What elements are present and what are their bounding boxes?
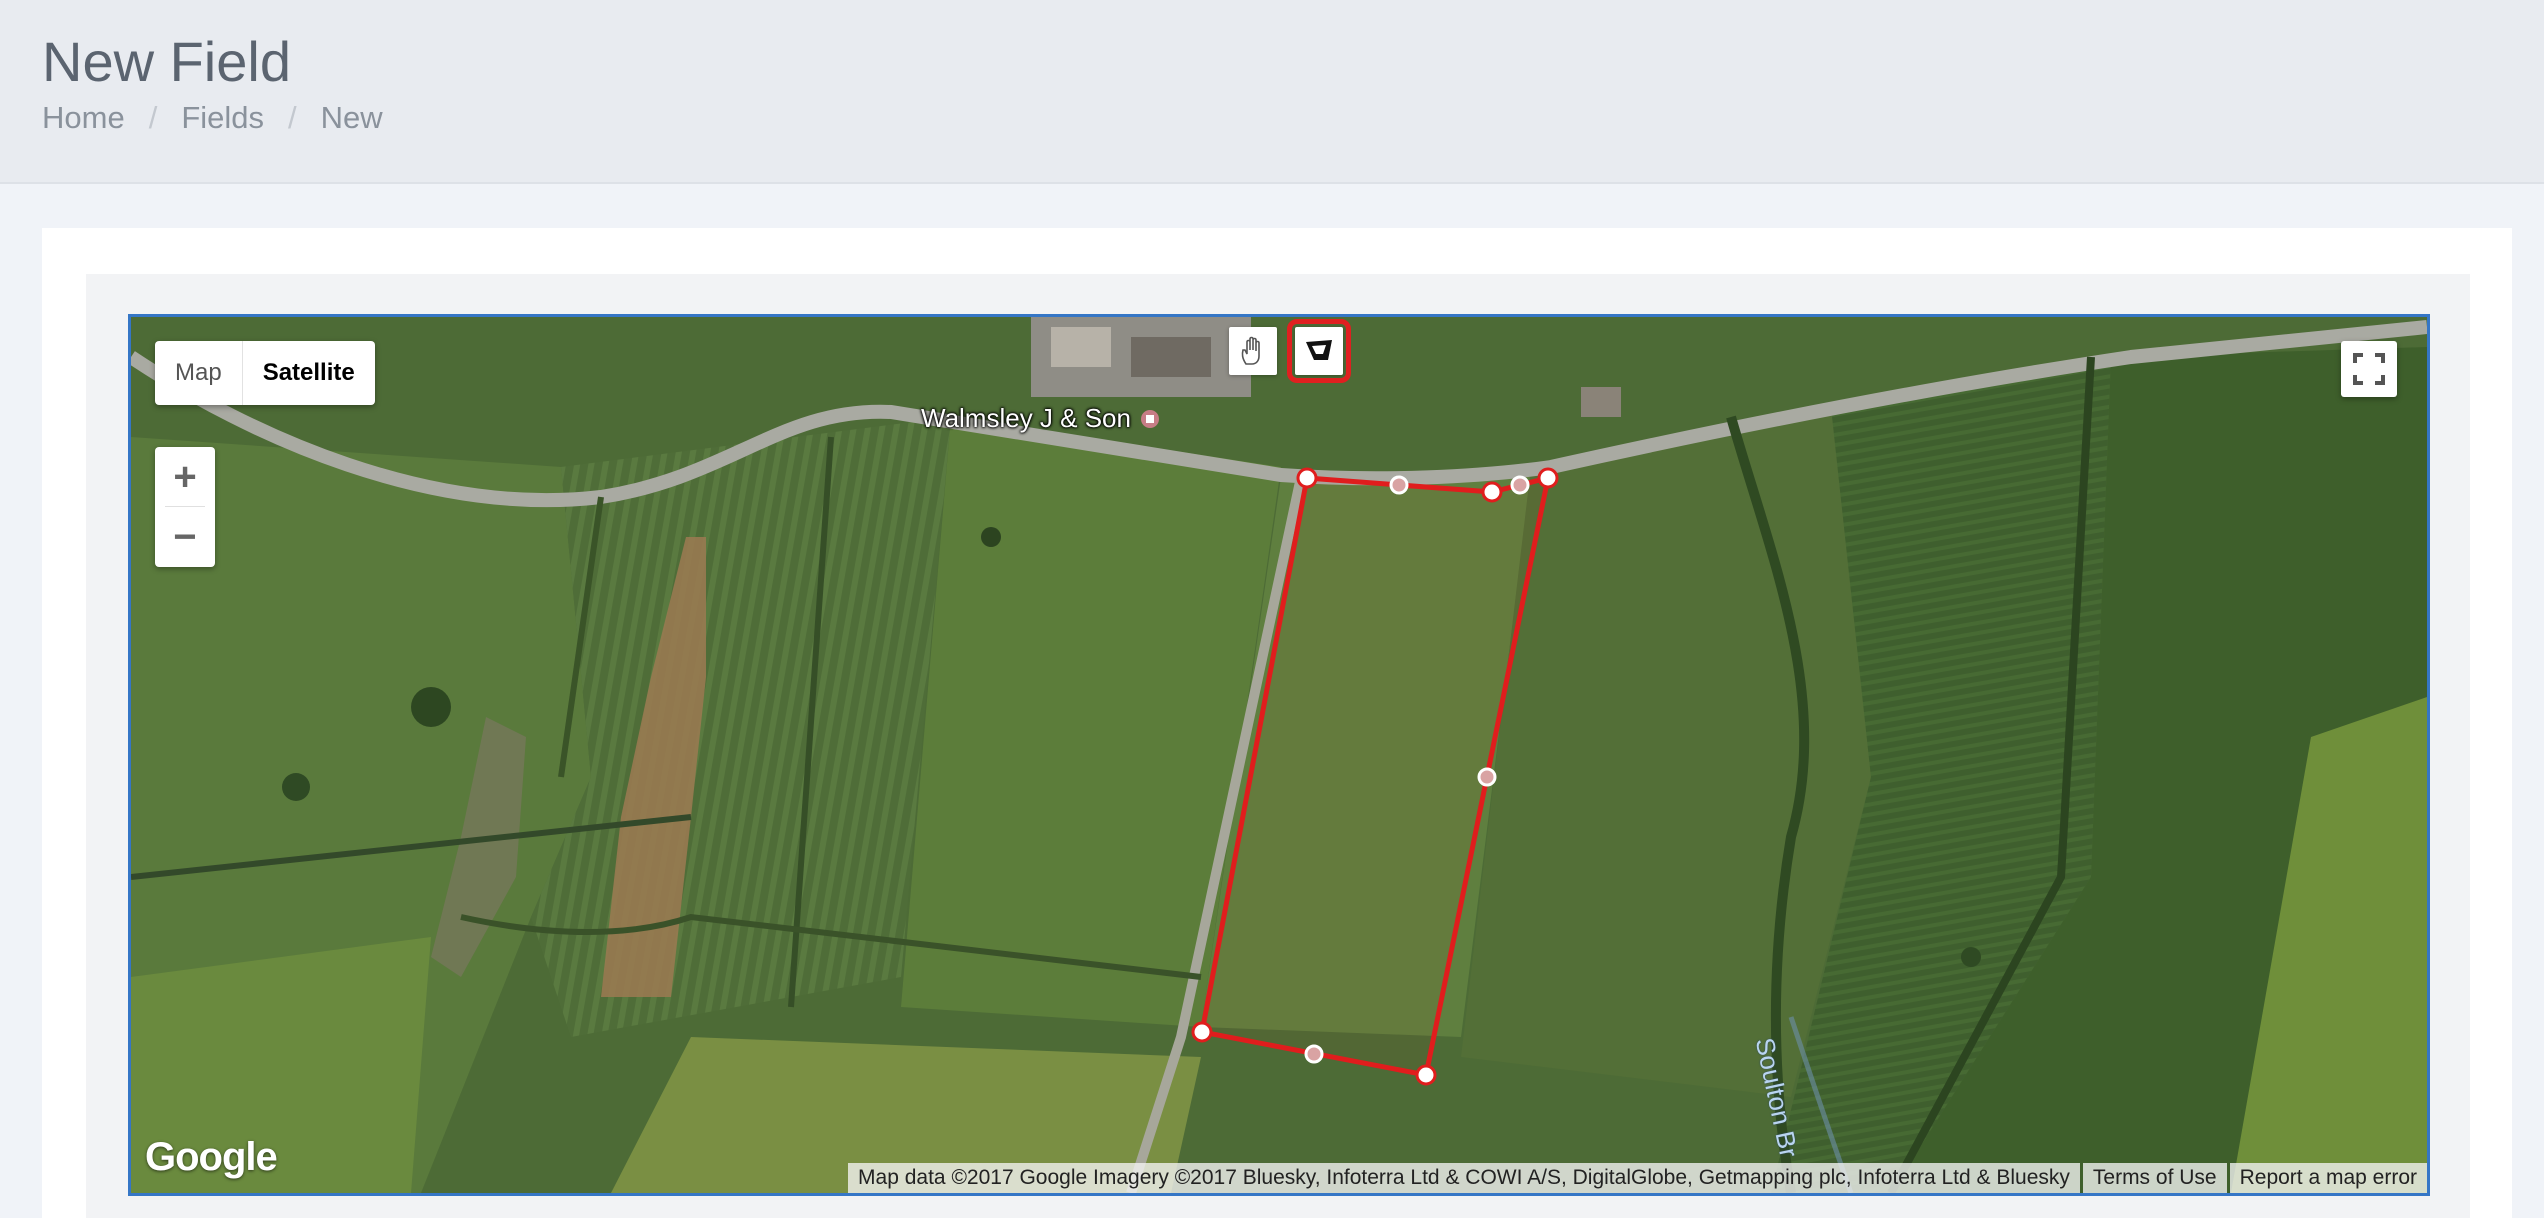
polygon-vertex-handle[interactable]	[1537, 467, 1559, 489]
zoom-in-button[interactable]: +	[155, 447, 215, 507]
breadcrumb: Home / Fields / New	[42, 100, 383, 136]
fullscreen-button[interactable]	[2341, 341, 2397, 397]
field-polygon-layer	[1191, 467, 1559, 1086]
map-data-credit: Map data ©2017 Google Imagery ©2017 Blue…	[848, 1163, 2080, 1193]
map-type-map-button[interactable]: Map	[155, 341, 243, 405]
breadcrumb-home[interactable]: Home	[42, 100, 125, 136]
satellite-map[interactable]: Walmsley J & Son Soulton Br Map Satellit…	[128, 314, 2430, 1196]
polygon-vertex-handle[interactable]	[1415, 1064, 1437, 1086]
draw-polygon-tool-button[interactable]	[1287, 319, 1351, 383]
polygon-vertex-handle[interactable]	[1191, 1021, 1213, 1043]
map-type-satellite-button[interactable]: Satellite	[243, 341, 375, 405]
polygon-midpoint-handle[interactable]	[1304, 1044, 1324, 1064]
polygon-midpoint-handle[interactable]	[1389, 475, 1409, 495]
page-title: New Field	[42, 30, 291, 93]
place-label: Walmsley J & Son	[921, 403, 1159, 434]
map-type-control: Map Satellite	[155, 341, 375, 405]
polygon-midpoint-handle[interactable]	[1477, 767, 1497, 787]
place-name: Walmsley J & Son	[921, 403, 1131, 433]
drawing-tools	[1229, 319, 1361, 383]
breadcrumb-current: New	[320, 100, 383, 135]
map-attribution: Map data ©2017 Google Imagery ©2017 Blue…	[848, 1163, 2427, 1193]
report-map-error-link[interactable]: Report a map error	[2229, 1163, 2427, 1193]
google-logo: Google	[145, 1135, 278, 1179]
polygon-midpoint-handle[interactable]	[1510, 475, 1530, 495]
breadcrumb-fields[interactable]: Fields	[181, 100, 264, 136]
breadcrumb-separator: /	[148, 100, 158, 135]
place-marker-icon[interactable]	[1140, 409, 1159, 428]
polygon-vertex-handle[interactable]	[1481, 481, 1503, 503]
breadcrumb-separator: /	[288, 100, 297, 135]
zoom-control: + −	[155, 447, 215, 567]
zoom-out-button[interactable]: −	[155, 507, 215, 567]
pan-hand-tool-button[interactable]	[1229, 327, 1277, 375]
hand-icon	[1241, 336, 1260, 365]
page-header: New Field Home / Fields / New	[0, 0, 2544, 184]
fullscreen-icon	[2353, 353, 2385, 385]
polygon-vertex-handle[interactable]	[1296, 467, 1318, 489]
polygon-icon	[1306, 340, 1332, 360]
terms-of-use-link[interactable]: Terms of Use	[2082, 1163, 2227, 1193]
